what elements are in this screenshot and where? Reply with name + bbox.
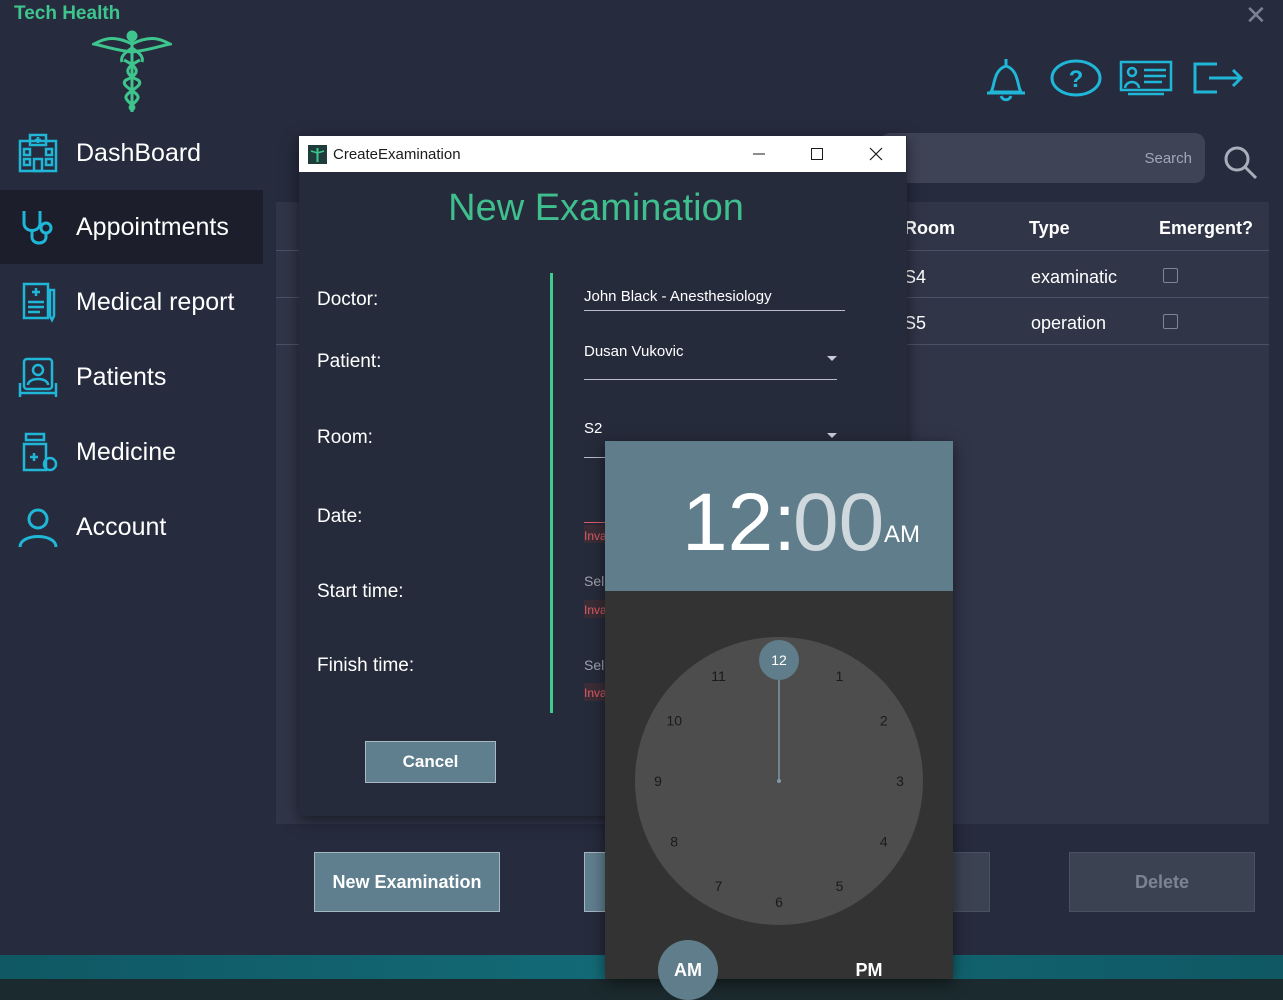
sidebar-item-medicine[interactable]: Medicine (0, 415, 263, 489)
clock-number-11[interactable]: 11 (711, 668, 726, 684)
dialog-heading: New Examination (448, 187, 744, 229)
cancel-button[interactable]: Cancel (365, 741, 496, 783)
finish-time-placeholder: Sel (584, 657, 605, 673)
clock-face[interactable]: 121234567891011 (605, 631, 953, 931)
emergent-checkbox[interactable] (1163, 314, 1178, 329)
start-time-placeholder: Sel (584, 573, 605, 589)
sidebar-item-label: Appointments (76, 212, 229, 241)
dialog-title: CreateExamination (333, 146, 461, 163)
start-time-error: Inva (584, 603, 607, 617)
emergent-checkbox[interactable] (1163, 268, 1178, 283)
cell-type: examinatic (1031, 267, 1118, 287)
cell-type: operation (1031, 313, 1107, 333)
clock-center (777, 779, 781, 783)
patient-underline (584, 379, 837, 380)
search-icon[interactable] (1222, 144, 1260, 187)
sidebar-item-label: Account (76, 512, 167, 541)
column-header-room: Room (904, 218, 955, 238)
time-picker-header: 12: 00 AM (605, 441, 953, 591)
am-button[interactable]: AM (658, 940, 718, 1000)
clock-number-8[interactable]: 8 (670, 834, 678, 850)
clock-number-9[interactable]: 9 (654, 773, 662, 789)
period-display[interactable]: AM (884, 521, 920, 549)
date-error: Inva (584, 529, 607, 543)
dialog-titlebar: CreateExamination (299, 136, 906, 172)
close-icon[interactable]: ✕ (1245, 2, 1267, 28)
patient-label: Patient: (317, 351, 382, 372)
stethoscope-icon (22, 211, 53, 245)
chevron-down-icon (827, 356, 837, 361)
close-icon[interactable] (847, 136, 905, 172)
presentation-icon[interactable] (1118, 56, 1174, 105)
medical-report-icon (22, 282, 56, 323)
delete-button[interactable]: Delete (1069, 852, 1255, 912)
sidebar-item-dashboard[interactable]: DashBoard (0, 116, 263, 190)
sidebar-item-label: Patients (76, 362, 167, 391)
sidebar-item-medical-report[interactable]: Medical report (0, 265, 263, 339)
view-button[interactable] (950, 852, 990, 912)
date-label: Date: (317, 506, 363, 527)
cell-room: S4 (904, 267, 927, 287)
clock-number-10[interactable]: 10 (666, 713, 682, 729)
patient-value: Dusan Vukovic (584, 343, 684, 360)
minute-display[interactable]: 00 (793, 476, 884, 570)
patient-icon (18, 357, 58, 397)
logout-icon[interactable] (1191, 56, 1247, 105)
room-value: S2 (584, 420, 603, 437)
sidebar-item-appointments[interactable]: Appointments (0, 190, 263, 264)
new-examination-button[interactable]: New Examination (314, 852, 500, 912)
finish-time-error: Inva (584, 686, 607, 700)
sidebar-item-label: Medicine (76, 437, 177, 466)
doctor-label: Doctor: (317, 289, 379, 310)
clock-number-1[interactable]: 1 (836, 668, 844, 684)
clock-number-3[interactable]: 3 (896, 773, 904, 789)
clock-number-2[interactable]: 2 (880, 713, 888, 729)
pm-button[interactable]: PM (839, 940, 899, 1000)
brand-title: Tech Health (14, 3, 121, 24)
clock-number-6[interactable]: 6 (775, 894, 783, 910)
sidebar-item-patients[interactable]: Patients (0, 340, 263, 414)
clock-number-7[interactable]: 7 (715, 878, 723, 894)
form-divider (550, 273, 553, 713)
maximize-icon[interactable] (788, 136, 846, 172)
hour-display[interactable]: 12: (682, 476, 796, 570)
search-input[interactable]: Search (880, 133, 1205, 183)
cell-room: S5 (904, 313, 927, 333)
app-icon (308, 145, 327, 164)
start-time-label: Start time: (317, 581, 404, 602)
room-label: Room: (317, 427, 373, 448)
doctor-value: John Black - Anesthesiology (584, 288, 772, 305)
hospital-icon (18, 133, 58, 173)
bell-icon[interactable] (981, 56, 1031, 107)
finish-time-label: Finish time: (317, 655, 415, 676)
sidebar-item-label: Medical report (76, 287, 235, 316)
search-label: Search (1144, 150, 1192, 167)
svg-text:?: ? (1069, 66, 1084, 93)
chevron-down-icon (827, 433, 837, 438)
column-header-emergent: Emergent? (1159, 218, 1254, 238)
account-icon (18, 508, 58, 548)
clock-number-12[interactable]: 12 (771, 652, 787, 668)
clock-number-4[interactable]: 4 (880, 834, 888, 850)
clock-number-5[interactable]: 5 (836, 878, 844, 894)
app-window: Tech Health ✕ ? DashBoard Appointments M… (0, 0, 1283, 1000)
sidebar-item-account[interactable]: Account (0, 490, 263, 564)
doctor-underline (584, 310, 845, 311)
sidebar-item-label: DashBoard (76, 138, 202, 167)
help-icon[interactable]: ? (1049, 56, 1103, 107)
column-header-type: Type (1029, 218, 1070, 238)
time-picker-popup: 12: 00 AM 12 1 2 3 4 5 6 7 8 9 10 11 AM PM (605, 441, 953, 1000)
caduceus-logo (89, 30, 175, 119)
minimize-icon[interactable] (730, 136, 788, 172)
medicine-icon (22, 432, 58, 472)
